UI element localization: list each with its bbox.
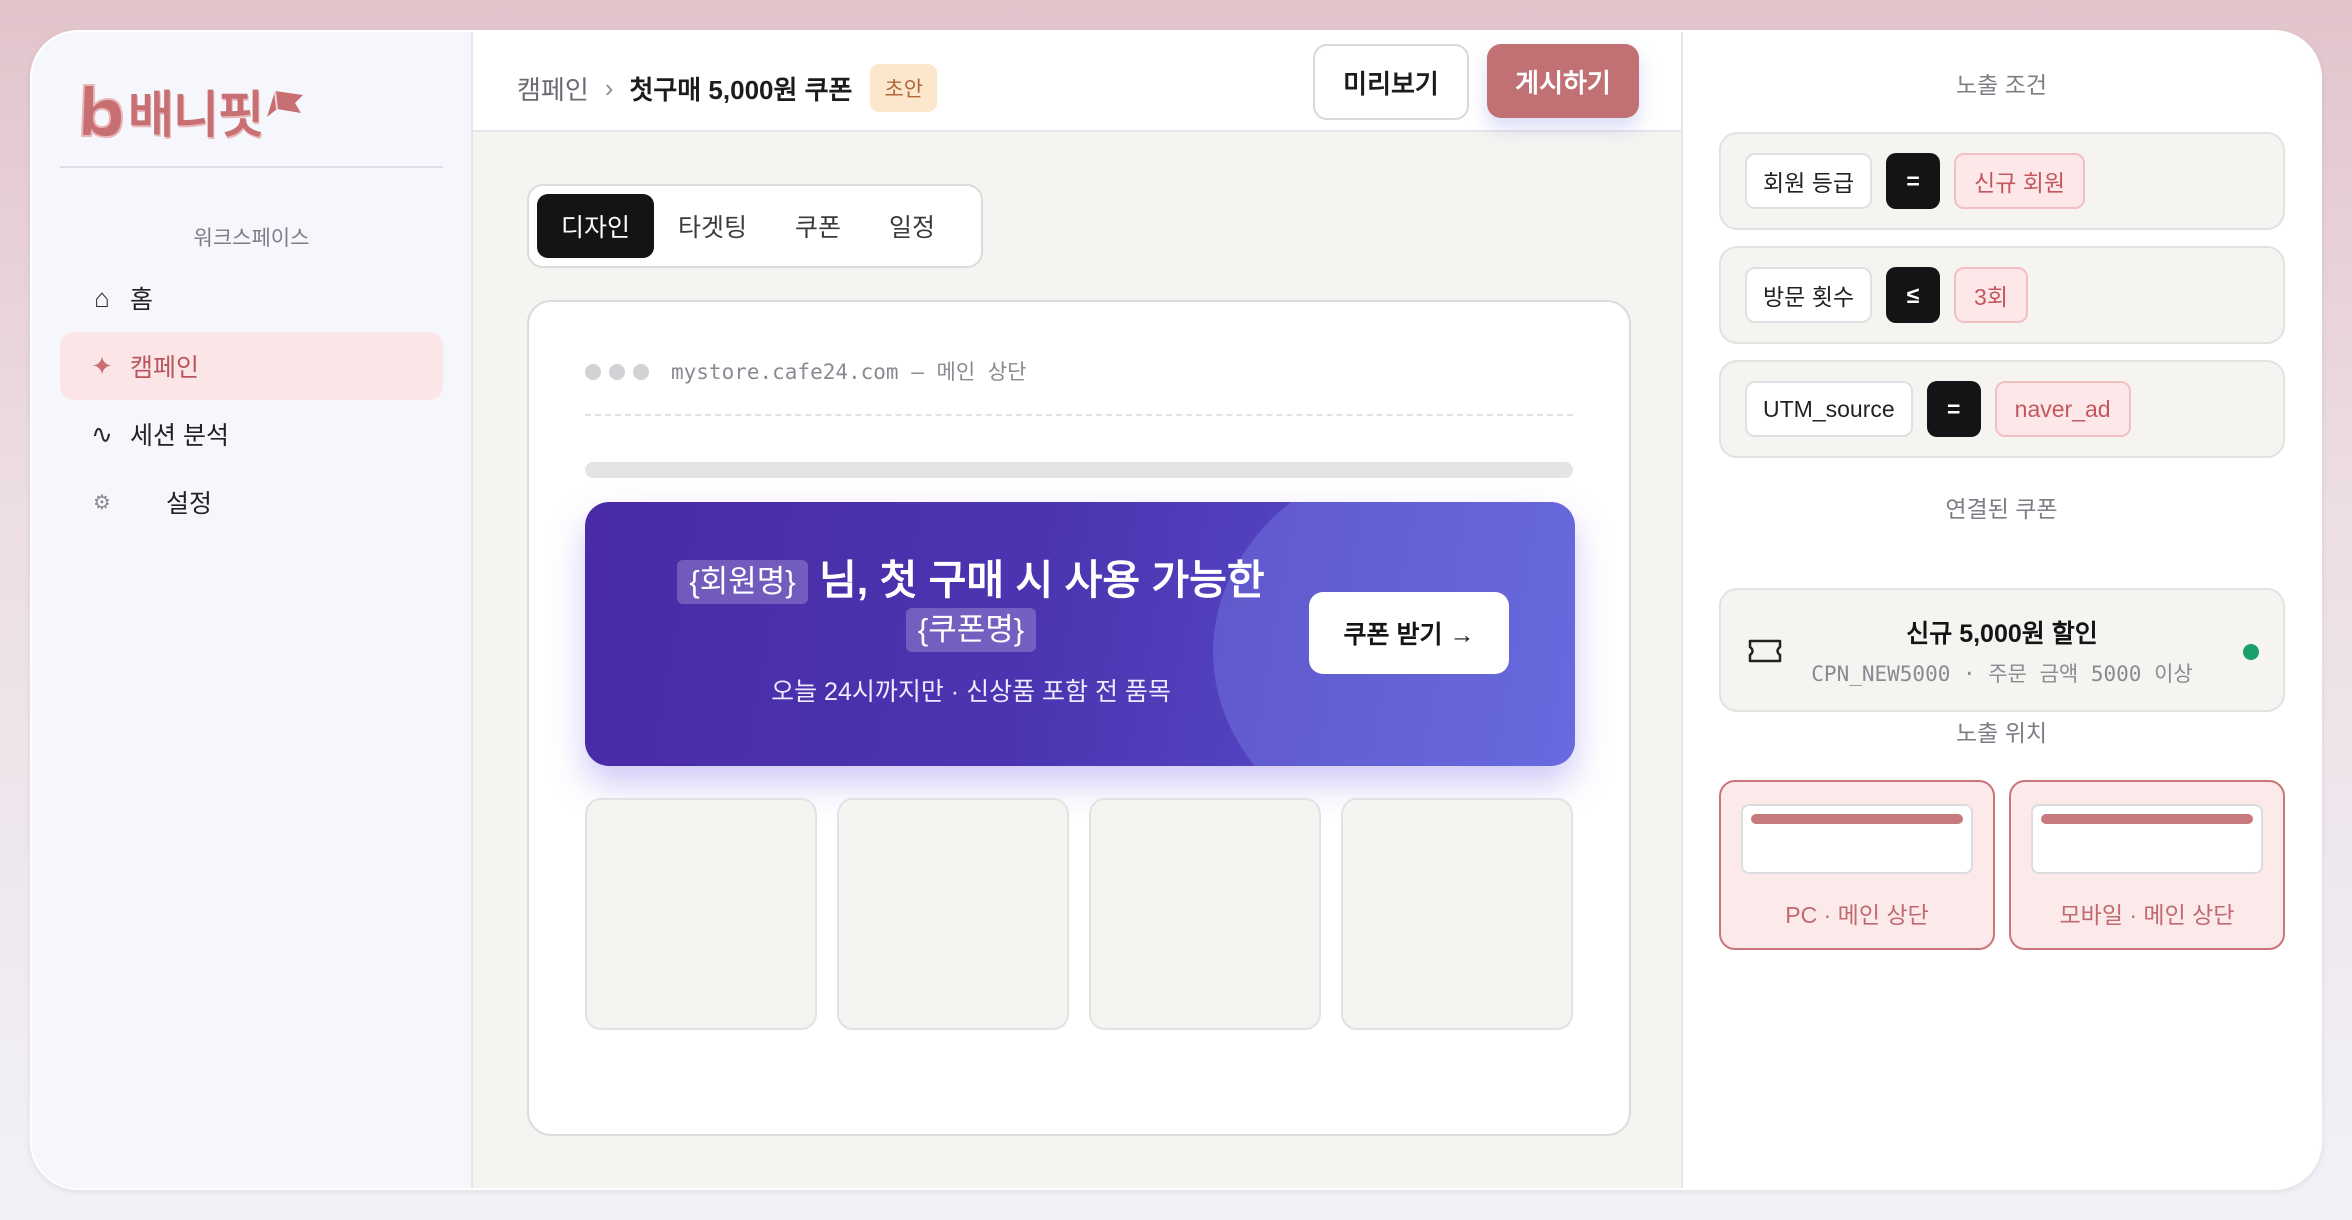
app-window: 배니핏 워크스페이스 ⌂ 홈 ✦ 캠페인 ∿ 세션 분석 ⚙ 설정 캠페인 › … [30,30,2322,1190]
sidebar: 배니핏 워크스페이스 ⌂ 홈 ✦ 캠페인 ∿ 세션 분석 ⚙ 설정 [32,32,473,1188]
design-preview-canvas: mystore.cafe24.com — 메인 상단 {회원명} 님, 첫 구매… [527,300,1631,1136]
gear-icon: ⚙ [93,491,111,514]
condition-field[interactable]: 회원 등급 [1745,153,1873,209]
nav-skeleton-bar [585,462,1573,478]
sidebar-item-label: 세션 분석 [130,422,229,450]
condition-row[interactable]: 회원 등급 = 신규 회원 [1719,132,2285,230]
status-dot-icon [2243,644,2259,660]
preview-button[interactable]: 미리보기 [1313,44,1469,120]
main-content: 캠페인 › 첫구매 5,000원 쿠폰 초안 미리보기 게시하기 디자인 타겟팅… [473,32,1681,1188]
promo-banner[interactable]: {회원명} 님, 첫 구매 시 사용 가능한 {쿠폰명} 오늘 24시까지만 ·… [585,502,1575,766]
sidebar-item-session-analytics[interactable]: ∿ 세션 분석 [60,400,443,468]
product-card-placeholder [585,798,817,1030]
sidebar-item-campaign[interactable]: ✦ 캠페인 [60,332,443,400]
condition-row[interactable]: 방문 횟수 ≤ 3회 [1719,246,2285,344]
sparkle-icon: ✦ [91,350,113,381]
linked-coupon-card[interactable]: 신규 5,000원 할인 CPN_NEW5000 · 주문 금액 5000 이상 [1719,588,2285,712]
linked-coupon-title: 연결된 쿠폰 [1945,496,2058,522]
tab-design[interactable]: 디자인 [537,194,655,258]
wave-icon: ∿ [91,418,113,449]
condition-row[interactable]: UTM_source = naver_ad [1719,360,2285,458]
status-badge: 초안 [870,64,938,112]
tab-schedule[interactable]: 일정 [865,194,959,258]
divider [585,414,1573,416]
product-grid-placeholder [585,798,1573,1030]
condition-value[interactable]: 3회 [1954,267,2028,323]
condition-value[interactable]: naver_ad [1994,381,2131,437]
home-icon: ⌂ [94,282,110,313]
condition-operator[interactable]: = [1886,153,1941,209]
conditions-title: 노출 조건 [1955,72,2048,98]
placement-preview-icon [2031,804,2263,874]
coupon-name-token[interactable]: {쿠폰명} [905,608,1037,652]
workspace-label: 워크스페이스 [193,227,310,250]
tab-coupon[interactable]: 쿠폰 [771,194,865,258]
condition-field[interactable]: 방문 횟수 [1745,267,1873,323]
product-card-placeholder [1089,798,1321,1030]
banner-headline-text: 님, 첫 구매 시 사용 가능한 [819,557,1265,603]
publish-button[interactable]: 게시하기 [1487,44,1639,118]
coupon-meta: CPN_NEW5000 · 주문 금액 5000 이상 [1811,662,2193,686]
placement-option-mobile[interactable]: 모바일 · 메인 상단 [2009,780,2285,950]
brand-name: 배니핏 [128,86,264,144]
brand-logo[interactable]: 배니핏 [74,76,305,146]
condition-field[interactable]: UTM_source [1745,381,1913,437]
get-coupon-button[interactable]: 쿠폰 받기 → [1309,592,1509,674]
placement-label: PC · 메인 상단 [1785,902,1929,928]
sidebar-item-label: 홈 [130,286,154,314]
placement-title: 노출 위치 [1955,720,2048,746]
top-bar: 캠페인 › 첫구매 5,000원 쿠폰 초안 미리보기 게시하기 [473,32,1681,132]
settings-panel: 노출 조건 회원 등급 = 신규 회원 방문 횟수 ≤ 3회 UTM_sourc… [1681,32,2320,1188]
banner-subtext: 오늘 24시까지만 · 신상품 포함 전 품목 [771,678,1171,706]
product-card-placeholder [837,798,1069,1030]
condition-operator[interactable]: ≤ [1886,267,1941,323]
breadcrumb-campaigns-link[interactable]: 캠페인 [517,70,589,107]
editor-tabs: 디자인 타겟팅 쿠폰 일정 [527,184,983,268]
placement-preview-icon [1741,804,1973,874]
sidebar-item-settings[interactable]: ⚙ 설정 [60,468,443,536]
flag-icon [267,90,303,117]
sidebar-nav: ⌂ 홈 ✦ 캠페인 ∿ 세션 분석 ⚙ 설정 [60,264,443,536]
breadcrumb: 캠페인 › 첫구매 5,000원 쿠폰 초안 [517,64,938,112]
browser-dots-icon [585,364,649,380]
placement-label: 모바일 · 메인 상단 [2059,902,2235,928]
sidebar-item-home[interactable]: ⌂ 홈 [60,264,443,332]
logo-b-icon [80,84,124,139]
tab-targeting[interactable]: 타겟팅 [654,194,771,258]
banner-headline: {회원명} 님, 첫 구매 시 사용 가능한 {쿠폰명} [661,556,1281,652]
chevron-right-icon: › [604,72,614,103]
condition-value[interactable]: 신규 회원 [1954,153,2086,209]
product-card-placeholder [1341,798,1573,1030]
member-name-token[interactable]: {회원명} [677,560,808,604]
preview-url: mystore.cafe24.com — 메인 상단 [671,360,1027,384]
condition-operator[interactable]: = [1926,381,1981,437]
sidebar-divider [60,166,443,168]
placement-option-pc[interactable]: PC · 메인 상단 [1719,780,1995,950]
page-title: 첫구매 5,000원 쿠폰 [629,74,853,105]
sidebar-item-label: 설정 [166,490,213,518]
sidebar-item-label: 캠페인 [130,354,200,382]
coupon-name: 신규 5,000원 할인 [1906,620,2098,648]
